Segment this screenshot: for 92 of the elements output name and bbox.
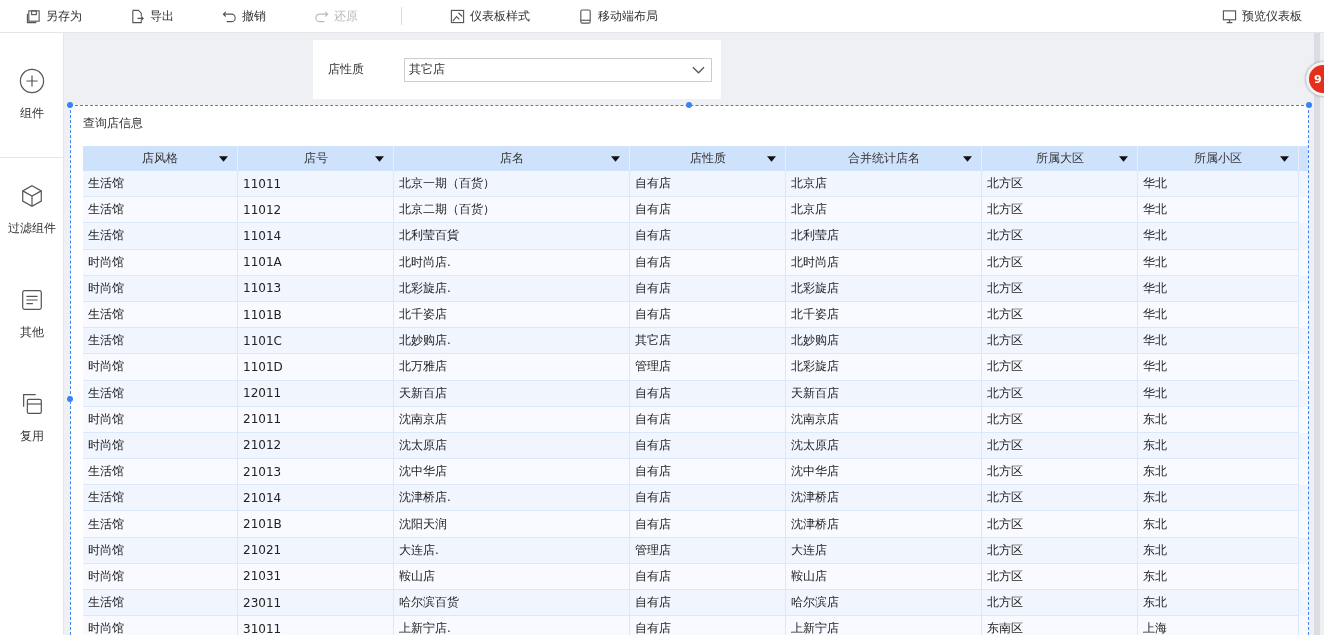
table-cell: 东北	[1138, 406, 1299, 433]
table-cell: 管理店	[630, 537, 786, 564]
sidebar-item[interactable]: 组件	[0, 33, 63, 157]
dropdown-triangle-icon	[611, 156, 620, 162]
dropdown-triangle-icon	[767, 156, 776, 162]
table-cell: 大连店.	[394, 537, 630, 564]
table-cell: 北万雅店	[394, 354, 630, 381]
table-cell: 自有店	[630, 616, 786, 635]
table-cell: 自有店	[630, 406, 786, 433]
table-cell: 自有店	[630, 380, 786, 407]
table-cell: 北方区	[982, 275, 1138, 302]
table-cell: 上新宁店.	[394, 616, 630, 635]
scrollbar[interactable]	[1314, 33, 1320, 635]
table-cell: 华北	[1138, 380, 1299, 407]
table-cell: 11013	[238, 275, 394, 302]
table-cell: 沈南京店	[394, 406, 630, 433]
table-cell: 大连店	[786, 537, 982, 564]
table-cell: 沈阳天润	[394, 511, 630, 538]
table-cell: 北方区	[982, 249, 1138, 276]
toolbar-button[interactable]: 仪表板样式	[450, 7, 530, 25]
chevron-down-icon	[692, 65, 705, 74]
table-cell: 华北	[1138, 354, 1299, 381]
table-cell: 沈津桥店	[786, 511, 982, 538]
picture-icon	[450, 8, 465, 24]
toolbar-button[interactable]: 导出	[130, 7, 174, 25]
table-cell: 时尚馆	[83, 406, 238, 433]
table-cell: 自有店	[630, 511, 786, 538]
table-cell: 2101B	[238, 511, 394, 538]
table-cell: 自有店	[630, 223, 786, 250]
table-cell: 1101A	[238, 249, 394, 276]
table-cell: 31011	[238, 616, 394, 635]
table-cell: 自有店	[630, 275, 786, 302]
dropdown-triangle-icon	[1280, 156, 1289, 162]
sidebar-item[interactable]: 过滤组件	[0, 158, 63, 262]
table-cell: 华北	[1138, 249, 1299, 276]
toolbar-button[interactable]: 另存为	[26, 7, 82, 25]
sidebar-item[interactable]: 复用	[0, 366, 63, 470]
table-cell: 时尚馆	[83, 537, 238, 564]
table-cell: 天新百店	[786, 380, 982, 407]
table-cell: 北时尚店	[786, 249, 982, 276]
table-cell: 生活馆	[83, 223, 238, 250]
monitor-icon	[1222, 8, 1237, 24]
table-cell: 北利莹店	[786, 223, 982, 250]
table-cell: 11014	[238, 223, 394, 250]
table-cell: 1101D	[238, 354, 394, 381]
toolbar-button[interactable]: 移动端布局	[578, 7, 658, 25]
table-cell: 管理店	[630, 354, 786, 381]
table-cell: 北方区	[982, 223, 1138, 250]
export-icon	[130, 8, 145, 24]
store-type-dropdown[interactable]: 其它店	[404, 57, 712, 82]
preview-button[interactable]: 预览仪表板	[1222, 7, 1302, 25]
dropdown-triangle-icon	[1119, 156, 1128, 162]
table-cell: 12011	[238, 380, 394, 407]
table-cell: 华北	[1138, 275, 1299, 302]
table-cell: 时尚馆	[83, 249, 238, 276]
mobile-icon	[578, 8, 593, 24]
table-cell: 北方区	[982, 406, 1138, 433]
table-cell: 时尚馆	[83, 616, 238, 635]
table-cell: 北时尚店.	[394, 249, 630, 276]
table-cell: 北方区	[982, 511, 1138, 538]
filter-label: 店性质	[328, 61, 365, 78]
dropdown-triangle-icon	[375, 156, 384, 162]
table-cell: 北彩旋店	[786, 354, 982, 381]
add-icon	[18, 68, 45, 94]
dropdown-triangle-icon	[963, 156, 972, 162]
table-cell: 上新宁店	[786, 616, 982, 635]
table-cell: 时尚馆	[83, 275, 238, 302]
sidebar-item[interactable]: 其他	[0, 262, 63, 366]
table-cell: 北彩旋店.	[394, 275, 630, 302]
table-cell: 东北	[1138, 511, 1299, 538]
toolbar-button[interactable]: 撤销	[222, 7, 266, 25]
table-cell: 东南区	[982, 616, 1138, 635]
dropdown-triangle-icon	[219, 156, 228, 162]
table-cell: 生活馆	[83, 380, 238, 407]
notification-badge[interactable]: 9	[1306, 62, 1324, 96]
table-cell: 北利莹百貨	[394, 223, 630, 250]
table-cell: 北方区	[982, 537, 1138, 564]
table-cell: 生活馆	[83, 511, 238, 538]
table-cell: 21021	[238, 537, 394, 564]
table-cell: 华北	[1138, 223, 1299, 250]
table-cell: 21011	[238, 406, 394, 433]
table-cell: 东北	[1138, 537, 1299, 564]
widget-title: 查询店信息	[83, 115, 144, 132]
table-cell: 北方区	[982, 380, 1138, 407]
table-cell: 北彩旋店	[786, 275, 982, 302]
table-cell: 天新百店	[394, 380, 630, 407]
table-cell: 自有店	[630, 249, 786, 276]
table-cell: 北方区	[982, 354, 1138, 381]
table-cell: 上海	[1138, 616, 1299, 635]
table-cell: 时尚馆	[83, 354, 238, 381]
table-cell: 沈南京店	[786, 406, 982, 433]
save-icon	[26, 8, 41, 24]
